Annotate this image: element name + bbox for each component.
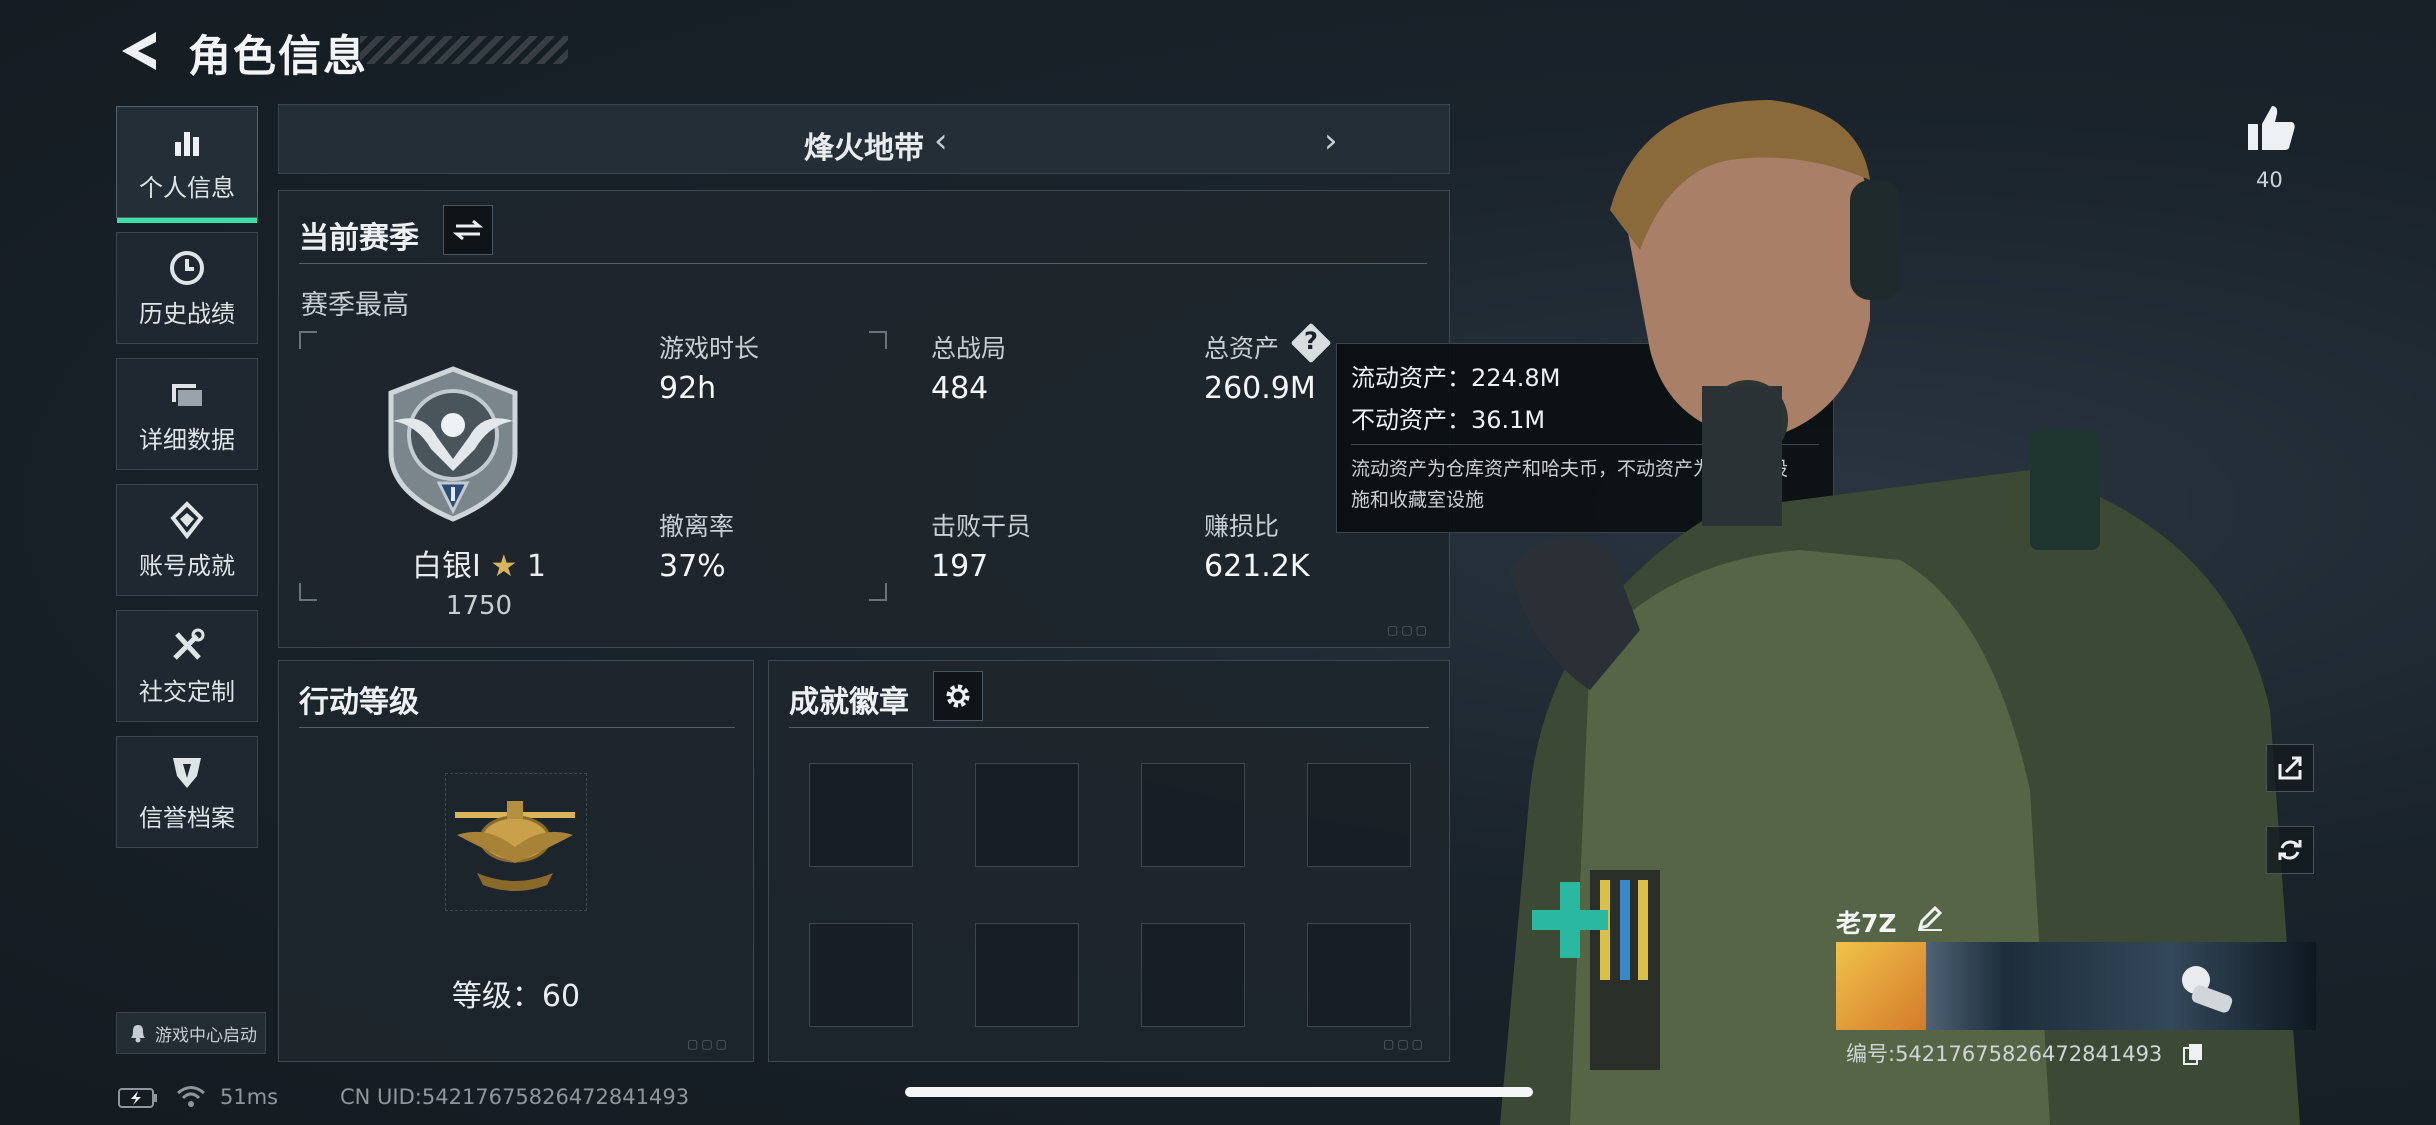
switch-season-button[interactable] xyxy=(443,205,493,255)
action-level-panel: 行动等级 等级：60 ▢▢▢ xyxy=(278,660,754,1062)
badge-slot[interactable] xyxy=(1141,763,1245,867)
tooltip-desc-line: 施和收藏室设施 xyxy=(1351,489,1485,511)
nav-achievements[interactable]: 账号成就 xyxy=(116,484,258,596)
nav-label: 详细数据 xyxy=(139,425,235,454)
chevron-right-icon[interactable]: › xyxy=(1324,121,1338,161)
stat-label: 撤离率 xyxy=(659,512,735,541)
share-button[interactable] xyxy=(2266,744,2314,792)
divider xyxy=(789,727,1429,728)
back-arrow-icon[interactable] xyxy=(116,28,162,74)
player-card: 老7Z 编号:54217675826472841493 xyxy=(1836,896,2316,1068)
bar-chart-icon xyxy=(175,131,199,156)
divider xyxy=(299,263,1427,264)
wifi-icon xyxy=(177,1086,205,1107)
refresh-icon xyxy=(2278,840,2302,860)
stat-value: 621.2K xyxy=(1204,549,1310,584)
season-panel: 当前赛季 赛季最高 白银I ★ 1 1750 游戏时长 92h 总战局 484 … xyxy=(278,190,1450,648)
nav-label: 个人信息 xyxy=(139,173,235,202)
season-title: 当前赛季 xyxy=(299,221,419,256)
silver-rank-emblem-icon xyxy=(388,366,518,522)
clock-icon xyxy=(170,250,204,285)
nav-credit[interactable]: 信誉档案 xyxy=(116,736,258,848)
stat-value: 92h xyxy=(659,371,717,406)
copy-icon[interactable] xyxy=(2182,1042,2204,1066)
rank-stars: 1 xyxy=(526,549,546,584)
level-text: 等级：60 xyxy=(451,979,581,1014)
astronaut-icon xyxy=(2182,966,2233,1013)
medal-icon xyxy=(170,500,204,539)
tools-icon xyxy=(173,628,205,660)
mode-name: 烽火地带 xyxy=(804,131,924,166)
nav-history[interactable]: 历史战绩 xyxy=(116,232,258,344)
help-icon[interactable]: ? xyxy=(1304,327,1318,355)
stat-value: 197 xyxy=(931,549,989,584)
badge-slot[interactable] xyxy=(1141,923,1245,1027)
avatar[interactable] xyxy=(1836,942,1926,1030)
edit-icon[interactable] xyxy=(1916,904,1944,932)
panel-decoration: ▢▢▢ xyxy=(687,1037,731,1051)
thumbs-up-icon[interactable] xyxy=(2244,100,2300,156)
achievement-settings-button[interactable] xyxy=(933,671,983,721)
frame-corner xyxy=(299,331,317,349)
badge-slot[interactable] xyxy=(809,763,913,867)
badge-slot[interactable] xyxy=(975,763,1079,867)
stat-label: 游戏时长 xyxy=(659,334,760,363)
frame-corner xyxy=(869,583,887,601)
home-indicator[interactable] xyxy=(905,1087,1533,1097)
page-title: 角色信息 xyxy=(188,32,368,82)
folder-icon xyxy=(172,383,204,408)
uid-text: CN UID:542176758264728414​93 xyxy=(340,1085,690,1109)
achievement-panel: 成就徽章 ▢▢▢ xyxy=(768,660,1450,1062)
bell-icon xyxy=(131,1025,145,1043)
rank-name: 白银I xyxy=(412,549,481,584)
stat-label: 击败干员 xyxy=(931,512,1032,541)
nav-detail-data[interactable]: 详细数据 xyxy=(116,358,258,470)
stat-value: 37% xyxy=(659,549,726,584)
nav-personal-info[interactable]: 个人信息 xyxy=(116,106,258,223)
badge-slot[interactable] xyxy=(809,923,913,1027)
season-subtitle: 赛季最高 xyxy=(301,290,409,321)
game-center-button[interactable]: 游戏中心启动 xyxy=(116,1012,266,1054)
nav-social[interactable]: 社交定制 xyxy=(116,610,258,722)
frame-corner xyxy=(869,331,887,349)
action-level-title: 行动等级 xyxy=(299,685,419,720)
name-card-banner[interactable] xyxy=(1836,942,2316,1030)
stat-label: 总战局 xyxy=(931,334,1007,363)
title-decoration xyxy=(360,36,568,64)
swap-icon xyxy=(453,219,483,241)
refresh-button[interactable] xyxy=(2266,826,2314,874)
nav-label: 信誉档案 xyxy=(139,803,235,832)
nav-label: 历史战绩 xyxy=(139,299,235,328)
gear-icon xyxy=(946,684,970,708)
panel-decoration: ▢▢▢ xyxy=(1387,623,1431,637)
rank-score: 1750 xyxy=(445,591,513,621)
mode-selector: ‹ 烽火地带 › xyxy=(278,104,1450,174)
frame-corner xyxy=(299,583,317,601)
player-name: 老7Z xyxy=(1836,909,1897,938)
badge-slot[interactable] xyxy=(1307,923,1411,1027)
achievement-title: 成就徽章 xyxy=(789,685,909,720)
battery-icon xyxy=(118,1088,157,1108)
stat-value: 260.9M xyxy=(1204,371,1316,406)
star-icon: ★ xyxy=(490,549,518,584)
nav-label: 账号成就 xyxy=(139,551,235,580)
stat-value: 484 xyxy=(931,371,989,406)
player-id: 编号:54217675826472841493 xyxy=(1846,1042,2163,1066)
nav-label: 社交定制 xyxy=(139,677,235,706)
like-count: 40 xyxy=(2256,168,2283,192)
game-center-label: 游戏中心启动 xyxy=(155,1025,257,1046)
shield-icon xyxy=(173,757,201,788)
helicopter-badge-icon xyxy=(455,801,575,891)
badge-slot[interactable] xyxy=(975,923,1079,1027)
badge-slot[interactable] xyxy=(1307,763,1411,867)
divider xyxy=(299,727,735,728)
latency: 51ms xyxy=(220,1085,279,1109)
stat-label: 总资产 xyxy=(1204,334,1280,363)
share-icon xyxy=(2278,756,2302,780)
rank-label: 白银I ★ 1 xyxy=(379,541,579,585)
stat-label: 赚损比 xyxy=(1204,512,1280,541)
panel-decoration: ▢▢▢ xyxy=(1383,1037,1427,1051)
